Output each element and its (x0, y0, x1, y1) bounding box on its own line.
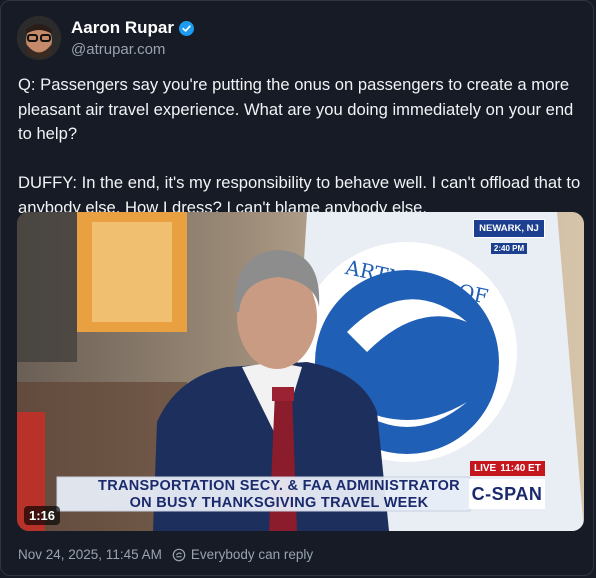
chyron: TRANSPORTATION SECY. & FAA ADMINISTRATOR… (98, 478, 460, 511)
live-label: LIVE (474, 463, 497, 474)
reply-setting-label: Everybody can reply (190, 547, 314, 562)
post-card: Aaron Rupar @atrupar.com Q: Passengers s… (0, 0, 594, 576)
author-name[interactable]: Aaron Rupar (71, 18, 174, 38)
author-name-row: Aaron Rupar (71, 18, 194, 38)
live-time: 11:40 ET (500, 463, 541, 474)
live-badge: LIVE 11:40 ET (470, 461, 545, 476)
author-handle[interactable]: @atrupar.com (71, 41, 165, 58)
verified-badge-icon (178, 20, 194, 36)
video-duration: 1:16 (24, 506, 61, 525)
reply-permission-icon (172, 548, 186, 561)
reply-setting: Everybody can reply (172, 547, 313, 562)
post-text: Q: Passengers say you're putting the onu… (18, 75, 581, 217)
network-logo: C-SPAN (469, 479, 545, 509)
post-timestamp[interactable]: Nov 24, 2025, 11:45 AM (18, 547, 162, 562)
location-label: NEWARK, NJ (473, 219, 545, 238)
post-footer: Nov 24, 2025, 11:45 AM Everybody can rep… (18, 547, 313, 562)
video-player[interactable]: ARTMENT OF NEWARK, NJ 2:40 PM LIVE 11:40… (17, 212, 584, 531)
author-avatar[interactable] (17, 16, 61, 60)
location-time: 2:40 PM (490, 243, 528, 254)
location-bug: NEWARK, NJ 2:40 PM (473, 219, 545, 256)
